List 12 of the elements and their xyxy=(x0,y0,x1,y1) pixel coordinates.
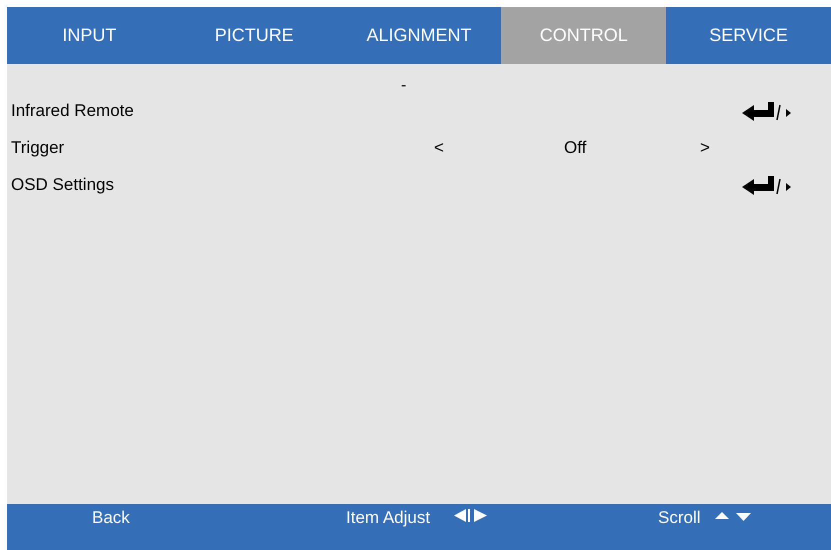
next-option-arrow[interactable]: > xyxy=(700,134,710,160)
scroll-mark: - xyxy=(401,78,406,94)
menu-item-label[interactable]: OSD Settings xyxy=(11,172,114,198)
left-right-arrows-icon xyxy=(454,509,489,522)
item-adjust-hint: Item Adjust xyxy=(346,507,430,529)
option-value: Off xyxy=(564,136,586,159)
menu-item-label[interactable]: Infrared Remote xyxy=(11,98,134,124)
back-hint: Back xyxy=(92,507,130,529)
menu-item-label[interactable]: Trigger xyxy=(11,134,64,160)
scroll-hint: Scroll xyxy=(658,507,701,529)
up-down-arrows-icon xyxy=(715,512,752,521)
previous-option-arrow[interactable]: < xyxy=(434,134,444,160)
